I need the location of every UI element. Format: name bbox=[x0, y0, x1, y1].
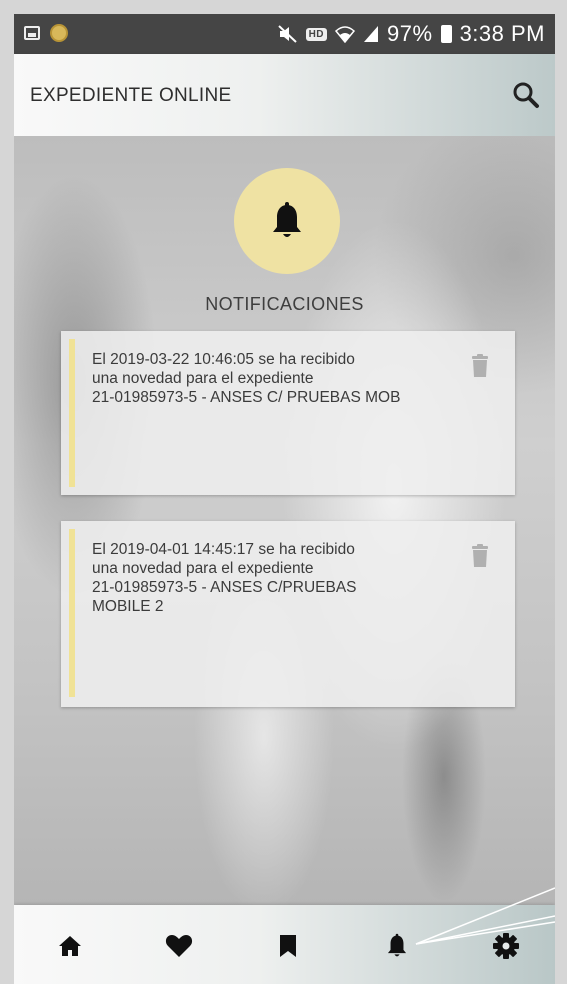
bell-icon bbox=[273, 202, 301, 237]
image-icon bbox=[24, 26, 40, 40]
card-accent-bar bbox=[69, 339, 75, 487]
notifications-header-badge bbox=[234, 168, 340, 274]
wifi-icon bbox=[335, 26, 356, 43]
nav-favorites-button[interactable] bbox=[162, 929, 196, 963]
card-accent-bar bbox=[69, 529, 75, 697]
clock: 3:38 PM bbox=[459, 21, 545, 46]
coin-icon bbox=[50, 24, 68, 42]
heart-icon bbox=[165, 935, 193, 957]
notification-line: El 2019-04-01 14:45:17 se ha recibido bbox=[92, 541, 355, 558]
notification-card[interactable]: El 2019-04-01 14:45:17 se ha recibido un… bbox=[61, 521, 515, 707]
notification-line: 21-01985973-5 - ANSES C/PRUEBAS bbox=[92, 579, 357, 596]
notification-line: una novedad para el expediente bbox=[92, 560, 314, 577]
search-button[interactable] bbox=[509, 78, 543, 112]
home-icon bbox=[59, 936, 81, 956]
notification-line: MOBILE 2 bbox=[92, 598, 164, 615]
status-bar: HD 97% 3:38 PM bbox=[14, 14, 555, 54]
bottom-navigation bbox=[14, 905, 555, 984]
nav-settings-button[interactable] bbox=[489, 929, 523, 963]
search-icon bbox=[513, 82, 539, 108]
notification-line: 21-01985973-5 - ANSES C/ PRUEBAS MOB bbox=[92, 389, 401, 406]
notification-message: El 2019-04-01 14:45:17 se ha recibido un… bbox=[92, 540, 472, 616]
phone-screen: HD 97% 3:38 PM EXPEDIENTE ONLINE NOTIFIC… bbox=[14, 14, 555, 984]
nav-bookmarks-button[interactable] bbox=[271, 929, 305, 963]
trash-icon[interactable] bbox=[471, 544, 489, 568]
trash-icon[interactable] bbox=[471, 354, 489, 378]
battery-percent: 97% bbox=[387, 21, 433, 46]
nav-home-button[interactable] bbox=[53, 929, 87, 963]
notification-line: una novedad para el expediente bbox=[92, 370, 314, 387]
signal-icon bbox=[364, 26, 379, 42]
hd-icon: HD bbox=[305, 27, 328, 41]
bookmark-icon bbox=[280, 935, 296, 957]
app-bar: EXPEDIENTE ONLINE bbox=[14, 54, 555, 136]
gear-icon bbox=[493, 933, 519, 959]
mute-icon bbox=[277, 25, 297, 43]
app-title: EXPEDIENTE ONLINE bbox=[30, 85, 232, 106]
page-title: NOTIFICACIONES bbox=[205, 294, 364, 314]
notifications-screen: NOTIFICACIONES El 2019-03-22 10:46:05 se… bbox=[14, 136, 555, 906]
notification-message: El 2019-03-22 10:46:05 se ha recibido un… bbox=[92, 350, 472, 407]
bell-icon bbox=[387, 933, 407, 957]
battery-icon bbox=[440, 25, 452, 43]
nav-notifications-button[interactable] bbox=[380, 929, 414, 963]
notification-line: El 2019-03-22 10:46:05 se ha recibido bbox=[92, 351, 355, 368]
notification-card[interactable]: El 2019-03-22 10:46:05 se ha recibido un… bbox=[61, 331, 515, 495]
